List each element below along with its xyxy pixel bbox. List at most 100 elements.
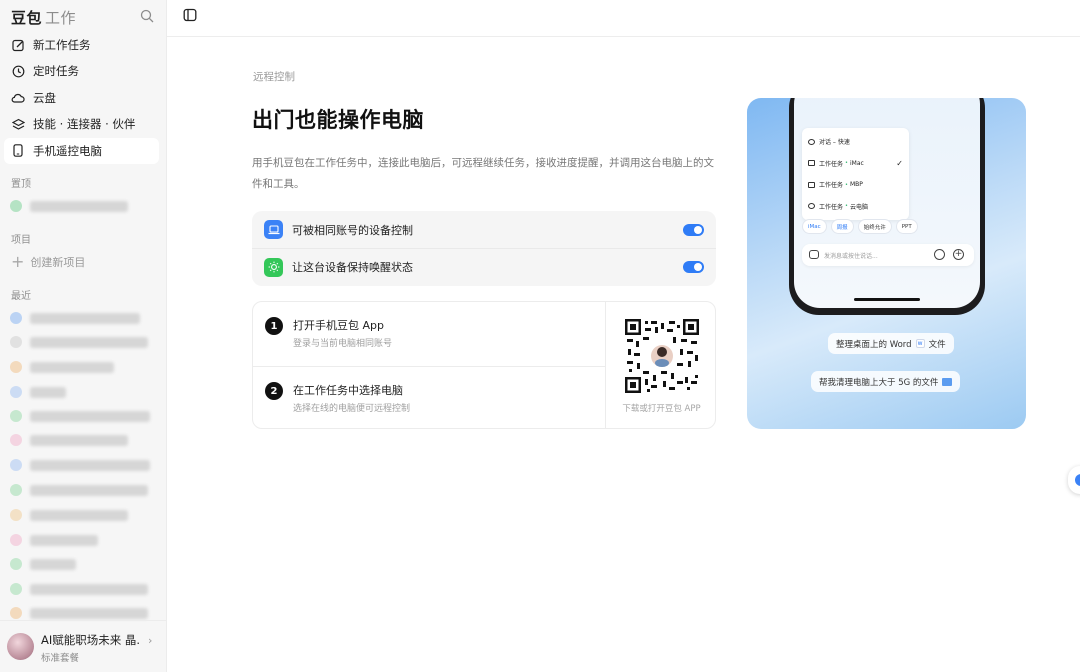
user-plan: 标准套餐: [41, 653, 80, 664]
menu-item-imac: 工作任务 • iMac ✓: [802, 153, 909, 175]
list-item[interactable]: [10, 384, 66, 400]
app-brand[interactable]: 豆包 工作: [11, 7, 76, 28]
step-subtitle: 选择在线的电脑便可远程控制: [293, 404, 411, 414]
setting-label: 可被相同账号的设备控制: [292, 223, 413, 237]
chip-weekly: 周报: [830, 219, 854, 234]
bubble-text: 整理桌面上的 Word: [836, 339, 912, 350]
section-pinned: 置顶: [11, 179, 31, 190]
chat-icon: [10, 410, 22, 422]
layers-icon: [11, 117, 25, 131]
chat-icon: [10, 434, 22, 446]
redacted-text: [30, 558, 76, 570]
phone-mockup: 对话 – 快速 工作任务 • iMac ✓ 工作任务 • MBP 工作任务 • …: [789, 98, 985, 315]
user-name: AI赋能职场未来 晶...: [41, 633, 141, 647]
list-item[interactable]: [10, 507, 128, 523]
qr-code: [625, 319, 699, 393]
chip-imac: iMac: [802, 219, 827, 234]
folder-icon: [942, 377, 953, 386]
sidebar-item-remote-control[interactable]: 手机遥控电脑: [4, 137, 159, 164]
laptop-icon: [264, 220, 283, 239]
voice-icon: [934, 249, 945, 260]
redacted-text: [30, 509, 128, 521]
chat-icon: [10, 558, 22, 570]
redacted-text: [30, 607, 148, 619]
example-prompt-1: 整理桌面上的 Word w 文件: [828, 333, 954, 354]
settings-panel: 可被相同账号的设备控制 让这台设备保持唤醒状态: [252, 211, 716, 286]
step-title: 在工作任务中选择电脑: [293, 384, 403, 397]
bubble-text: 文件: [928, 339, 946, 350]
online-dot: •: [845, 160, 848, 167]
redacted-text: [30, 361, 114, 373]
plus-icon: +: [953, 249, 964, 260]
list-item[interactable]: [10, 605, 148, 621]
sidebar-item-label: 定时任务: [33, 64, 79, 79]
sidebar-toggle-icon[interactable]: [183, 8, 197, 22]
qr-caption: 下载或打开豆包 APP: [622, 404, 701, 414]
chat-icon: [808, 138, 815, 145]
user-profile[interactable]: AI赋能职场未来 晶... 标准套餐 ›: [0, 620, 166, 672]
redacted-text: [30, 484, 148, 496]
search-icon[interactable]: [140, 9, 154, 23]
menu-item-quick-chat: 对话 – 快速: [802, 131, 909, 153]
redacted-text: [30, 583, 148, 595]
floating-assistant-button[interactable]: [1068, 466, 1080, 494]
chat-icon: [10, 583, 22, 595]
chat-icon: [10, 361, 22, 373]
redacted-text: [30, 200, 128, 212]
list-item[interactable]: [10, 310, 140, 326]
sidebar-item-cloud[interactable]: 云盘: [4, 85, 159, 111]
online-dot: •: [845, 203, 848, 210]
clock-icon: [11, 64, 25, 78]
menu-item-device: iMac: [849, 159, 864, 167]
edit-icon: [11, 38, 25, 52]
allow-control-toggle[interactable]: [683, 223, 704, 236]
sidebar-item-new-task[interactable]: 新工作任务: [4, 32, 159, 58]
list-item[interactable]: [10, 432, 128, 448]
setting-keep-awake: 让这台设备保持唤醒状态: [252, 248, 716, 285]
sidebar-item-label: 新工作任务: [33, 38, 91, 52]
laptop-icon: [808, 181, 815, 188]
list-item[interactable]: [10, 408, 150, 424]
list-item[interactable]: [10, 482, 148, 498]
list-item[interactable]: [10, 359, 114, 375]
chat-icon: [10, 459, 22, 471]
section-recent: 最近: [11, 291, 31, 302]
word-file-icon: w: [915, 339, 925, 348]
camera-icon: [809, 250, 819, 259]
sidebar-nav: 新工作任务 定时任务 云盘 技能 · 连接器 · 伙伴 手机遥控电脑: [4, 32, 159, 164]
phone-screen: 对话 – 快速 工作任务 • iMac ✓ 工作任务 • MBP 工作任务 • …: [794, 98, 980, 308]
list-item[interactable]: [10, 581, 148, 597]
menu-item-cloud-pc: 工作任务 • 云电脑: [802, 196, 909, 218]
list-item[interactable]: [10, 556, 76, 572]
phone-icon: [11, 144, 25, 158]
sidebar-item-label: 技能 · 连接器 · 伙伴: [33, 117, 136, 132]
sidebar-item-scheduled[interactable]: 定时任务: [4, 58, 159, 84]
pinned-item[interactable]: [10, 198, 128, 214]
sun-icon: [264, 257, 283, 277]
chat-icon: [10, 386, 22, 398]
chip-always-allow: 始终允许: [857, 219, 892, 234]
chat-icon: [10, 336, 22, 348]
step-title: 打开手机豆包 App: [293, 319, 384, 332]
list-item[interactable]: [10, 334, 148, 350]
setting-allow-control: 可被相同账号的设备控制: [252, 211, 716, 248]
qr-panel: 下载或打开豆包 APP: [605, 302, 716, 428]
step-subtitle: 登录与当前电脑相同账号: [293, 339, 393, 349]
list-item[interactable]: [10, 532, 98, 548]
list-item[interactable]: [10, 457, 150, 473]
chip-row: iMac 周报 始终允许 PPT: [802, 219, 974, 234]
redacted-text: [30, 410, 150, 422]
create-project-button[interactable]: + 创建新项目: [11, 254, 85, 270]
plus-icon: +: [11, 252, 25, 271]
redacted-text: [30, 312, 140, 324]
setting-label: 让这台设备保持唤醒状态: [292, 261, 413, 274]
keep-awake-toggle[interactable]: [683, 261, 704, 273]
breadcrumb: 远程控制: [253, 71, 295, 83]
page-description: 用手机豆包在工作任务中，连接此电脑后，可远程继续任务，接收进度提醒，并调用这台电…: [252, 157, 714, 190]
avatar: [7, 633, 34, 660]
redacted-text: [30, 534, 98, 546]
sidebar-item-skills[interactable]: 技能 · 连接器 · 伙伴: [4, 111, 159, 137]
input-placeholder: 发消息或按住说话...: [824, 253, 878, 260]
chat-icon: [10, 312, 22, 324]
phone-input-bar: 发消息或按住说话... +: [802, 244, 974, 266]
